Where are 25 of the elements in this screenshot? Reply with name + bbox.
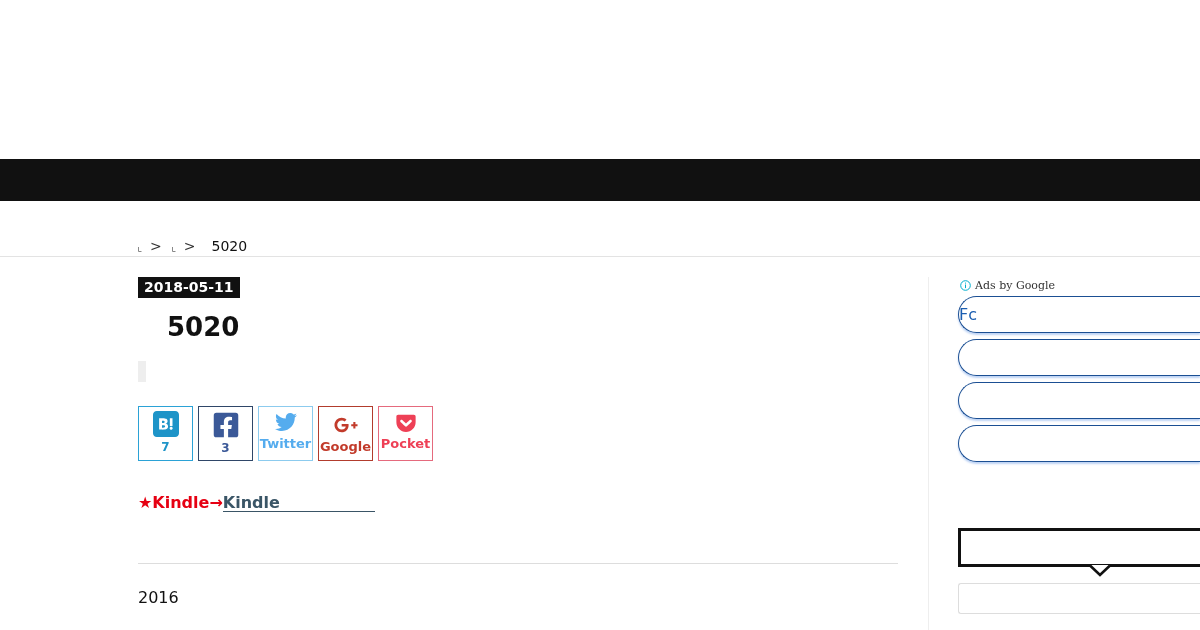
ad-link-button[interactable] — [958, 339, 1200, 376]
breadcrumb-mark-icon[interactable] — [171, 247, 176, 252]
ad-link-button[interactable] — [958, 382, 1200, 419]
ad-label: Ads by Google — [975, 279, 1055, 292]
breadcrumb-mark-icon[interactable] — [138, 247, 142, 252]
post-title: 5020 — [167, 311, 240, 344]
b-logo-icon — [152, 411, 179, 437]
breadcrumb-separator: > — [150, 237, 162, 254]
breadcrumb-current: 5020 — [211, 237, 248, 254]
pocket-logo-icon — [394, 412, 417, 434]
bird-icon — [274, 411, 297, 433]
share-button[interactable]: 7 — [138, 406, 193, 461]
share-button[interactable]: Google — [318, 406, 373, 461]
body-text: 2016 — [138, 588, 179, 608]
info-icon[interactable] — [960, 280, 971, 291]
promo-line: ★Kindle→Kindle — [138, 493, 375, 513]
breadcrumb-separator: > — [183, 237, 196, 254]
share-button[interactable]: Pocket — [378, 406, 433, 461]
promo-link[interactable]: Kindle — [222, 494, 375, 512]
ad-link-button[interactable]: Fc — [958, 296, 1200, 333]
date-badge: 2018-05-11 — [138, 277, 240, 298]
ad-link-button[interactable] — [958, 425, 1200, 462]
input-field[interactable] — [958, 583, 1200, 614]
share-button[interactable]: 3 — [198, 406, 253, 461]
f-logo-icon — [211, 411, 240, 439]
